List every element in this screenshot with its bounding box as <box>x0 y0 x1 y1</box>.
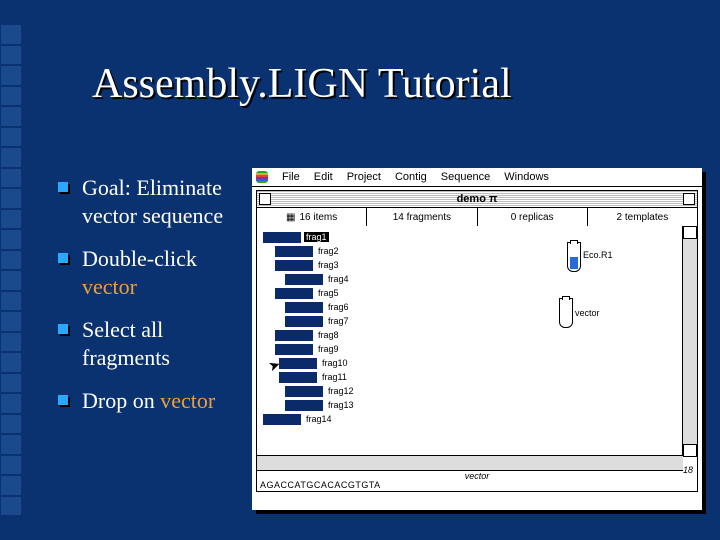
slide-decor-stripe <box>0 24 22 516</box>
fragment-list: frag1 frag2 frag3 frag4 frag5 frag6 frag… <box>263 230 356 426</box>
fragment-item[interactable]: frag11 <box>279 370 356 384</box>
sequence-bar: vector AGACCATGCACACGTGTA 18 <box>257 471 697 491</box>
project-window: demo π ▦16 items 14 fragments 0 replicas… <box>256 190 698 492</box>
menu-sequence[interactable]: Sequence <box>441 171 491 183</box>
status-fragments: 14 fragments <box>367 208 477 226</box>
fragment-item[interactable]: frag9 <box>275 342 356 356</box>
fragment-item[interactable]: frag13 <box>285 398 356 412</box>
apple-menu-icon[interactable] <box>256 171 268 183</box>
vector-tube-icon[interactable] <box>559 298 573 328</box>
bullet-doubleclick: Double-click vector <box>52 245 240 300</box>
window-titlebar[interactable]: demo π <box>257 191 697 208</box>
vertical-scrollbar[interactable] <box>682 226 697 457</box>
fragment-item[interactable]: frag6 <box>285 300 356 314</box>
enzyme-tube-icon[interactable] <box>567 242 581 272</box>
page-number: 18 <box>683 465 693 475</box>
fragment-item[interactable]: frag7 <box>285 314 356 328</box>
status-replicas: 0 replicas <box>478 208 588 226</box>
embedded-screenshot: File Edit Project Contig Sequence Window… <box>252 168 702 510</box>
menu-edit[interactable]: Edit <box>314 171 333 183</box>
status-templates: 2 templates <box>588 208 697 226</box>
fragment-item[interactable]: frag14 <box>263 412 356 426</box>
fragment-item[interactable]: frag5 <box>275 286 356 300</box>
fragment-item[interactable]: frag3 <box>275 258 356 272</box>
status-row: ▦16 items 14 fragments 0 replicas 2 temp… <box>257 208 697 227</box>
window-title-text: demo π <box>457 193 498 205</box>
bullet-drop-on: Drop on vector <box>52 387 240 415</box>
menu-contig[interactable]: Contig <box>395 171 427 183</box>
work-area[interactable]: frag1 frag2 frag3 frag4 frag5 frag6 frag… <box>257 226 683 457</box>
zoom-icon[interactable] <box>683 193 695 205</box>
fragment-item[interactable]: frag2 <box>275 244 356 258</box>
menu-file[interactable]: File <box>282 171 300 183</box>
mac-menubar: File Edit Project Contig Sequence Window… <box>252 168 702 187</box>
fragment-item[interactable]: frag10 <box>279 356 356 370</box>
bullet-select-all: Select all fragments <box>52 316 240 371</box>
horizontal-scrollbar[interactable] <box>257 455 683 471</box>
slide-title: Assembly.LIGN Tutorial <box>92 60 512 108</box>
close-icon[interactable] <box>259 193 271 205</box>
bullet-goal: Goal: Eliminate vector sequence <box>52 174 240 229</box>
fragment-item[interactable]: frag12 <box>285 384 356 398</box>
enzyme-label: Eco.R1 <box>583 250 613 260</box>
bullet-list: Goal: Eliminate vector sequence Double-c… <box>52 174 240 431</box>
fragment-item[interactable]: frag1 <box>263 230 356 244</box>
sequence-text: AGACCATGCACACGTGTA <box>260 480 381 490</box>
fragment-item[interactable]: frag4 <box>285 272 356 286</box>
vector-label: vector <box>575 308 600 318</box>
status-items: ▦16 items <box>257 208 367 226</box>
menu-windows[interactable]: Windows <box>504 171 549 183</box>
fragment-item[interactable]: frag8 <box>275 328 356 342</box>
menu-project[interactable]: Project <box>347 171 381 183</box>
